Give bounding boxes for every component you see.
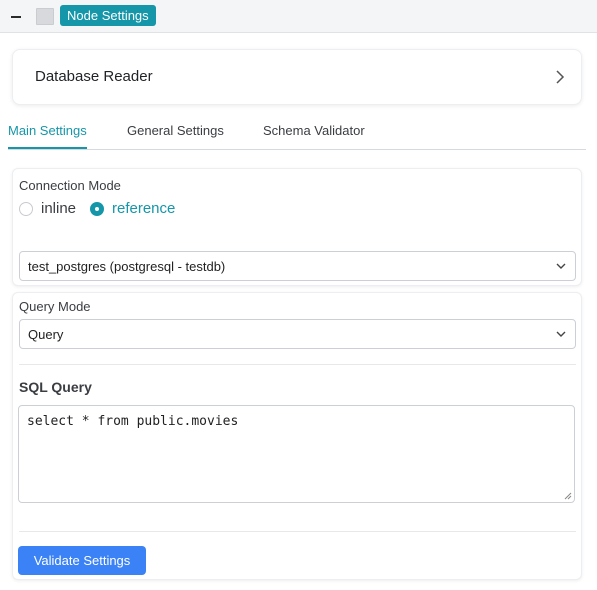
chevron-right-icon[interactable]	[555, 70, 565, 84]
node-header-card[interactable]: Database Reader	[12, 49, 582, 105]
query-mode-value: Query	[28, 327, 64, 342]
resize-handle-icon[interactable]	[564, 492, 572, 500]
window-toolbar: Node Settings	[0, 0, 597, 33]
node-settings-badge[interactable]: Node Settings	[60, 5, 156, 26]
section-divider	[19, 364, 576, 365]
radio-inline-label[interactable]: inline	[41, 200, 76, 217]
validate-settings-button[interactable]: Validate Settings	[18, 546, 146, 575]
sql-query-label: SQL Query	[19, 379, 92, 395]
tab-general-settings[interactable]: General Settings	[127, 123, 224, 138]
sql-query-editor[interactable]: select * from public.movies	[18, 405, 575, 503]
query-mode-select[interactable]: Query	[19, 319, 576, 349]
active-tab-indicator	[8, 147, 87, 149]
maximize-button[interactable]	[36, 8, 54, 25]
tab-main-settings[interactable]: Main Settings	[8, 123, 87, 138]
tab-schema-validator[interactable]: Schema Validator	[263, 123, 365, 138]
connection-mode-label: Connection Mode	[19, 178, 121, 193]
radio-inline[interactable]	[19, 202, 33, 216]
connection-card: Connection Mode inline reference test_po…	[12, 168, 582, 286]
connection-select[interactable]: test_postgres (postgresql - testdb)	[19, 251, 576, 281]
minimize-button[interactable]	[4, 5, 28, 29]
sql-query-text: select * from public.movies	[27, 414, 239, 429]
settings-tabs: Main Settings General Settings Schema Va…	[8, 115, 586, 150]
query-mode-label: Query Mode	[19, 299, 91, 314]
chevron-down-icon	[556, 331, 566, 337]
chevron-down-icon	[556, 263, 566, 269]
radio-reference[interactable]	[90, 202, 104, 216]
radio-reference-label[interactable]: reference	[112, 200, 175, 217]
connection-select-value: test_postgres (postgresql - testdb)	[28, 259, 226, 274]
node-title: Database Reader	[35, 68, 153, 85]
section-divider	[19, 531, 576, 532]
minus-icon	[11, 16, 21, 18]
